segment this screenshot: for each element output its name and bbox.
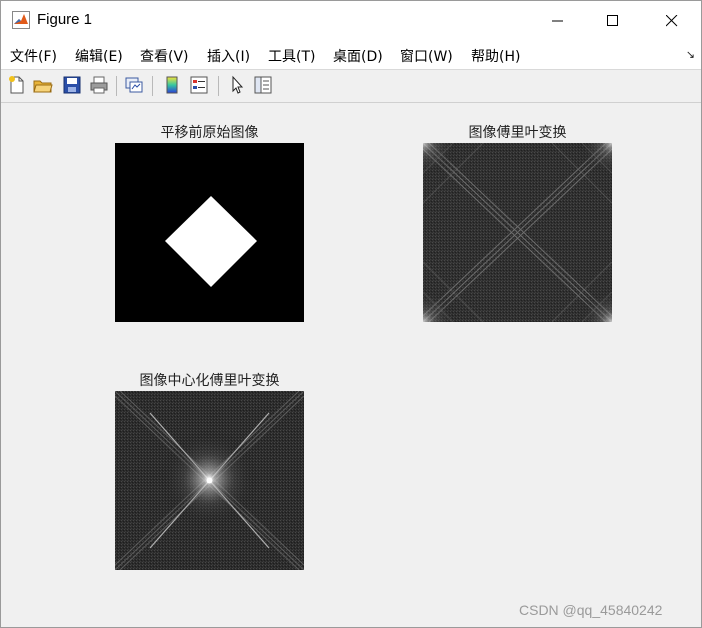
centered-fft-image <box>115 391 304 570</box>
property-inspector-icon[interactable] <box>253 75 273 95</box>
toolbar-separator <box>116 76 117 96</box>
figure-window: Figure 1 文件(F) 编辑(E) 查看(V) 插入(I) 工具(T) 桌… <box>0 0 702 628</box>
pointer-icon[interactable] <box>227 75 247 95</box>
window-title: Figure 1 <box>37 11 93 28</box>
subplot-2-title: 图像傅里叶变换 <box>468 125 567 141</box>
subplot-1-title: 平移前原始图像 <box>160 125 259 141</box>
menu-help[interactable]: 帮助(H) <box>471 46 520 66</box>
toolbar-separator <box>152 76 153 96</box>
menu-edit[interactable]: 编辑(E) <box>75 46 123 66</box>
toolbar-separator <box>218 76 219 96</box>
maximize-icon <box>607 15 618 26</box>
new-figure-icon[interactable] <box>7 75 27 95</box>
dock-arrow-icon[interactable]: ↘ <box>686 48 695 61</box>
menu-file[interactable]: 文件(F) <box>10 46 57 66</box>
link-plot-icon[interactable] <box>124 75 144 95</box>
menu-insert[interactable]: 插入(I) <box>207 46 250 66</box>
close-icon <box>666 15 678 27</box>
maximize-button[interactable] <box>584 1 642 41</box>
menu-view[interactable]: 查看(V) <box>140 46 189 66</box>
original-image <box>115 143 304 322</box>
minimize-icon <box>552 20 563 22</box>
menu-bar: 文件(F) 编辑(E) 查看(V) 插入(I) 工具(T) 桌面(D) 窗口(W… <box>1 41 701 70</box>
open-file-icon[interactable] <box>33 75 53 95</box>
toolbar <box>1 70 701 103</box>
menu-window[interactable]: 窗口(W) <box>400 46 453 66</box>
menu-tools[interactable]: 工具(T) <box>268 46 315 66</box>
subplot-3-title: 图像中心化傅里叶变换 <box>139 373 280 389</box>
save-icon[interactable] <box>62 75 82 95</box>
menu-desktop[interactable]: 桌面(D) <box>333 46 383 66</box>
fft-image <box>423 143 612 322</box>
print-icon[interactable] <box>89 75 109 95</box>
close-button[interactable] <box>643 1 701 41</box>
matlab-logo-icon <box>12 11 30 29</box>
minimize-button[interactable] <box>529 1 587 41</box>
legend-icon[interactable] <box>189 75 209 95</box>
watermark-text: CSDN @qq_45840242 <box>519 602 663 618</box>
title-bar[interactable]: Figure 1 <box>1 1 701 41</box>
colorbar-icon[interactable] <box>162 75 182 95</box>
